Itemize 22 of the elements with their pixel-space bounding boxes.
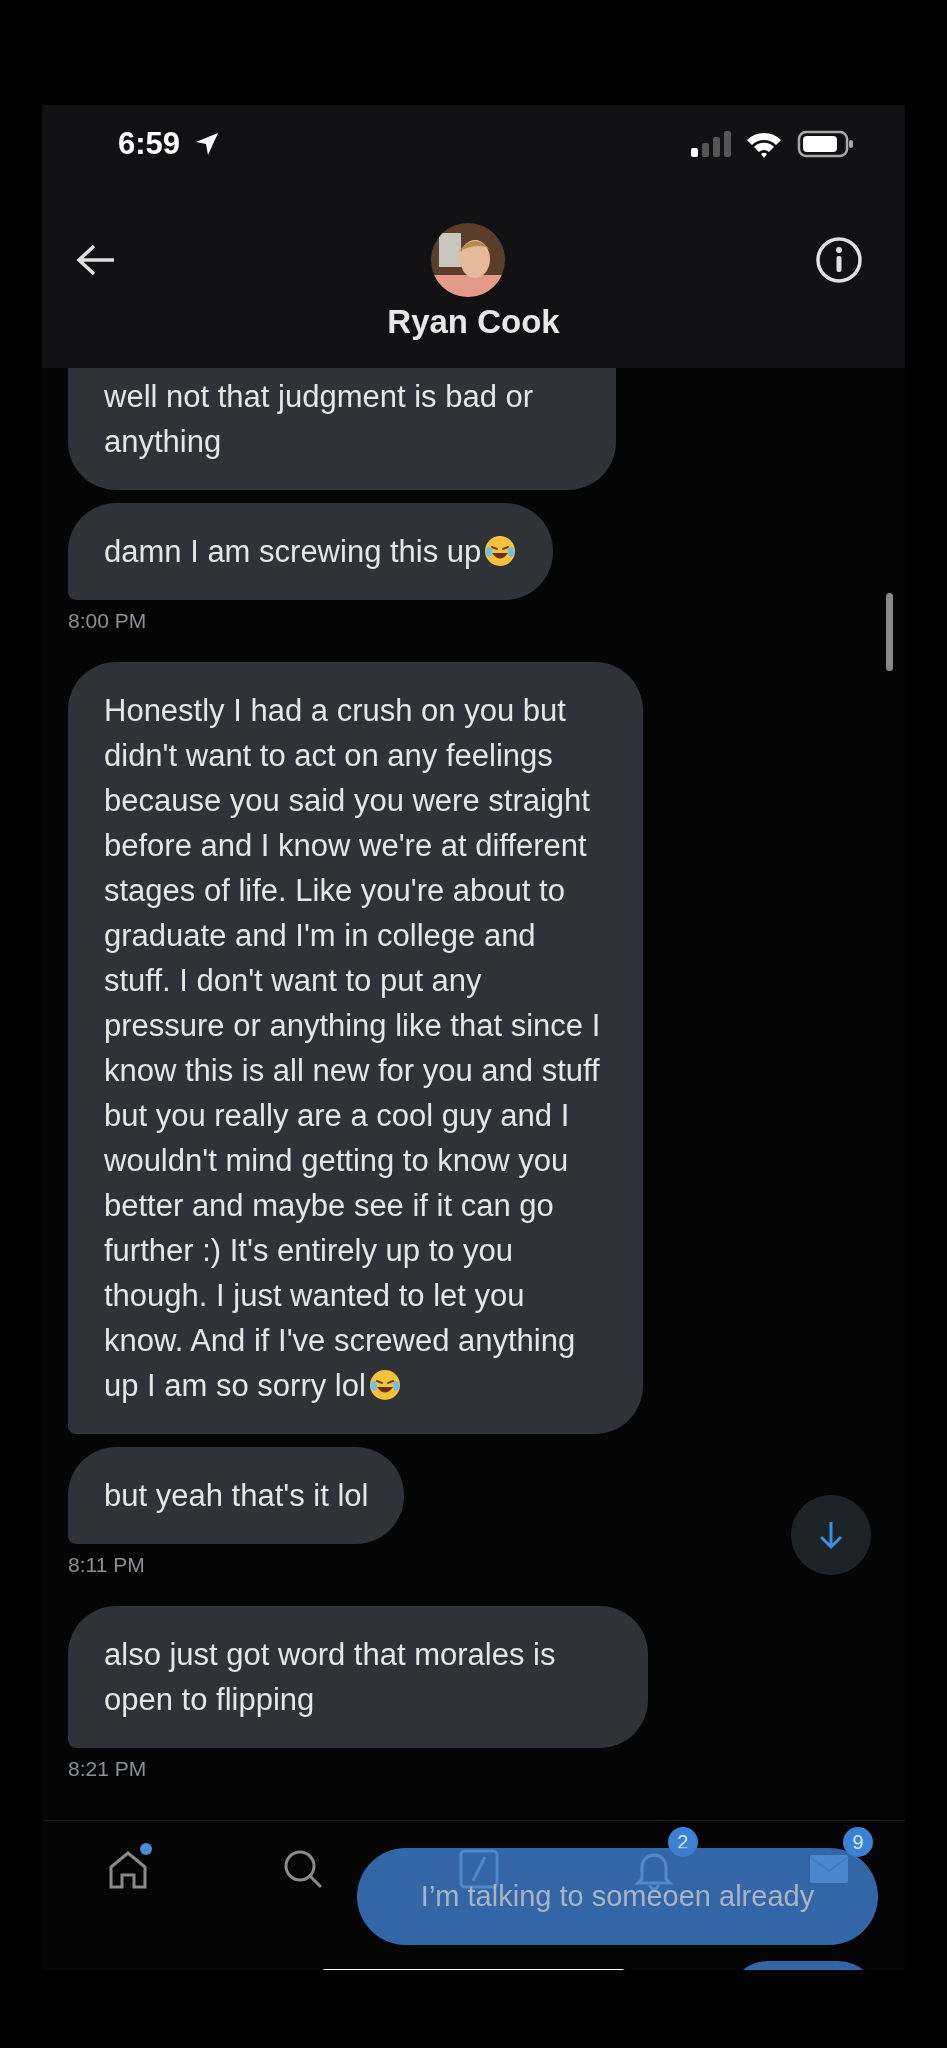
laughing-emoji-icon: [367, 1368, 402, 1402]
message-bubble: well not that judgment is bad or anything: [68, 368, 616, 490]
signal-icon: [691, 131, 731, 157]
contact-name: Ryan Cook: [386, 303, 561, 341]
message-bubble: Honestly I had a crush on you but didn't want to act on any feelings because you said you were straight before and I know we're at different stages of life. Like you're about to graduate and I'm in college and stuff. I don't want to put any pressure or anything like that since I know this is all new for you and stuff but you really are a cool guy and I wouldn't mind getting to know you better and maybe see if it can go further :) It's entirely up to you though. I just wanted to let you know. And if I've screwed anything up I am so sorry lol: [68, 662, 643, 1434]
count-badge: 9: [843, 1827, 873, 1857]
message-time: 8:00 PM: [68, 609, 147, 633]
message-time: 8:21 PM: [68, 1757, 147, 1781]
location-arrow-icon: [194, 131, 221, 157]
message-bubble: damn I am screwing this up: [68, 503, 554, 600]
message-bubble: but yeah that's it lol: [68, 1447, 405, 1544]
battery-icon: [797, 130, 855, 158]
info-button[interactable]: [813, 234, 865, 286]
message-time: 8:11 PM: [68, 1553, 145, 1577]
status-time: 6:59: [118, 126, 181, 162]
message-preview-toast: I’m talking to someoen already: [357, 1848, 878, 1945]
message-bubble: also just got word that morales is open to flipping: [68, 1606, 648, 1748]
laughing-emoji-icon: [483, 534, 518, 568]
arrow-down-icon: [818, 1520, 844, 1550]
scrollbar[interactable]: [886, 593, 893, 671]
wifi-icon: [745, 130, 783, 158]
info-icon: [815, 236, 863, 284]
